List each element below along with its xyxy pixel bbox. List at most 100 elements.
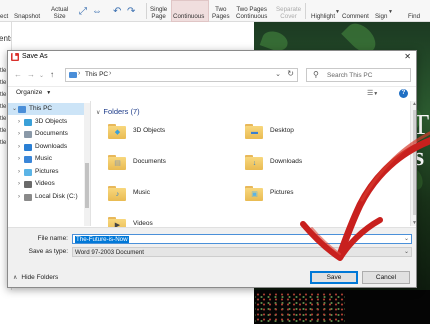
panel-title: ents (0, 34, 11, 43)
folder-pictures[interactable]: ▣ Pictures (245, 186, 365, 210)
cancel-button[interactable]: Cancel (362, 271, 410, 284)
fit-page-icon[interactable]: ⤢ (79, 6, 87, 17)
scroll-thumb[interactable] (413, 110, 416, 215)
scroll-down-icon[interactable]: ▼ (412, 220, 416, 226)
app-toolbar: ⤢ ⇔ ↶ ↷ ▼ ▼ ect Snapshot Actual Size Single… (0, 0, 430, 22)
rotate-left-icon[interactable]: ↶ (113, 6, 121, 17)
toolbar-button-two-pages-continuous[interactable]: Two Pages Continuous (236, 0, 267, 22)
navigation-pane-scrollbar[interactable] (84, 103, 90, 226)
nav-item-this-pc[interactable]: ⌄ This PC (8, 103, 88, 115)
folder-desktop[interactable]: ▬ Desktop (245, 124, 365, 148)
folders-group-header[interactable]: ∨ Folders (7) (96, 107, 140, 116)
folder-label: Documents (133, 158, 166, 165)
toolbar-button-ect[interactable]: ect (0, 0, 8, 22)
toolbar-button-comment[interactable]: Comment (342, 0, 369, 22)
chevron-right-icon[interactable]: › (109, 70, 111, 77)
folder-label: 3D Objects (133, 127, 166, 134)
scroll-thumb[interactable] (85, 163, 89, 208)
navigation-pane: ⌄ This PC › 3D Objects › Documents › Downloads ›… (8, 101, 91, 226)
folder-icon: ♪ (108, 186, 126, 201)
caret-up-icon: ∧ (13, 275, 18, 281)
3d-objects-icon (24, 118, 32, 126)
nav-item-music[interactable]: › Music (8, 153, 88, 165)
folder-icon: ▣ (245, 186, 263, 201)
panel-item[interactable]: tle (0, 80, 6, 86)
nav-item-3d-objects[interactable]: › 3D Objects (8, 116, 88, 128)
file-name-value[interactable]: The-Future-is-Now (75, 236, 129, 243)
toolbar-button-single-page[interactable]: Single Page (150, 0, 167, 22)
folder-badge-icon: ▬ (251, 129, 258, 136)
forward-arrow-icon[interactable]: → (27, 70, 35, 79)
save-as-type-select[interactable]: Word 97-2003 Document ⌄ (72, 247, 412, 257)
hide-folders-label: Hide Folders (21, 274, 59, 281)
collapse-caret-icon[interactable]: ∨ (96, 110, 100, 116)
toolbar-button-label: Separate Cover (276, 6, 302, 20)
panel-item[interactable]: tle (0, 128, 6, 134)
up-arrow-icon[interactable]: ↑ (50, 70, 54, 79)
toolbar-button-find[interactable]: Find (408, 0, 420, 22)
content-scrollbar[interactable]: ▲ ▼ (410, 101, 416, 226)
toolbar-button-sign[interactable]: Sign (375, 0, 387, 22)
panel-item[interactable]: tle (0, 116, 6, 122)
toolbar-button-separate-cover[interactable]: Separate Cover (276, 0, 301, 22)
expand-chevron-icon[interactable]: › (18, 141, 20, 153)
expand-chevron-icon[interactable]: ⌄ (12, 103, 17, 115)
view-options-button[interactable]: ☰▼ (367, 89, 378, 97)
toolbar-button-label: Find (408, 13, 421, 20)
expand-chevron-icon[interactable]: › (18, 116, 20, 128)
folder-documents[interactable]: ▤ Documents (108, 155, 228, 179)
organize-label: Organize (16, 89, 43, 96)
save-button[interactable]: Save (310, 271, 358, 284)
nav-item-pictures[interactable]: › Pictures (8, 166, 88, 178)
folder-3d-objects[interactable]: ◆ 3D Objects (108, 124, 228, 148)
panel-item[interactable]: tle (0, 104, 6, 110)
panel-item[interactable]: tle (0, 68, 6, 74)
fit-width-icon[interactable]: ⇔ (92, 6, 102, 17)
sign-dropdown-icon[interactable]: ▼ (388, 9, 393, 15)
nav-item-downloads[interactable]: › Downloads (8, 141, 88, 153)
chevron-down-icon: ▼ (373, 91, 379, 97)
panel-item[interactable]: tle (0, 92, 6, 98)
toolbar-button-continuous[interactable]: Continuous (173, 0, 204, 22)
chevron-down-icon[interactable]: ⌄ (404, 248, 409, 255)
highlight-dropdown-icon[interactable]: ▼ (335, 9, 340, 15)
folder-icon: ▤ (108, 155, 126, 170)
organize-button[interactable]: Organize ▼ (16, 89, 51, 96)
chevron-right-icon[interactable]: › (78, 70, 80, 77)
toolbar-button-highlight[interactable]: Highlight (311, 0, 335, 22)
folder-music[interactable]: ♪ Music (108, 186, 228, 210)
toolbar-button-snapshot[interactable]: Snapshot (14, 0, 40, 22)
refresh-icon[interactable]: ↻ (287, 69, 294, 78)
expand-chevron-icon[interactable]: › (18, 166, 20, 178)
expand-chevron-icon[interactable]: › (18, 191, 20, 203)
expand-chevron-icon[interactable]: › (18, 178, 20, 190)
help-icon[interactable]: ? (399, 89, 408, 98)
folder-downloads[interactable]: ↓ Downloads (245, 155, 365, 179)
recent-locations-icon[interactable]: ⌄ (39, 72, 44, 79)
close-icon[interactable]: ✕ (404, 52, 411, 61)
file-name-input[interactable]: The-Future-is-Now ⌄ (72, 234, 412, 244)
panel-item[interactable]: tle (0, 140, 6, 146)
toolbar-button-two-pages[interactable]: Two Pages (212, 0, 230, 22)
folder-badge-icon: ▤ (114, 160, 121, 167)
address-bar[interactable]: › This PC › ⌄ ↻ (65, 68, 298, 82)
address-path[interactable]: This PC (85, 71, 108, 78)
nav-item-local-disk-c-[interactable]: › Local Disk (C:) (8, 191, 88, 203)
scroll-up-icon[interactable]: ▲ (412, 101, 416, 107)
toolbar-button-actual-size[interactable]: Actual Size (51, 0, 68, 22)
save-form: File name: The-Future-is-Now ⌄ Save as t… (8, 227, 416, 287)
expand-chevron-icon[interactable]: › (18, 153, 20, 165)
chevron-down-icon[interactable]: ⌄ (275, 70, 281, 78)
this-pc-icon (18, 106, 26, 113)
nav-item-documents[interactable]: › Documents (8, 128, 88, 140)
rotate-right-icon[interactable]: ↷ (127, 6, 135, 17)
expand-chevron-icon[interactable]: › (18, 128, 20, 140)
search-box[interactable]: ⚲ Search This PC (306, 68, 411, 82)
toolbar-button-label: Two Pages Continuous (236, 6, 268, 20)
nav-item-videos[interactable]: › Videos (8, 178, 88, 190)
back-arrow-icon[interactable]: ← (14, 70, 22, 79)
hide-folders-toggle[interactable]: ∧ Hide Folders (13, 274, 58, 281)
chevron-down-icon[interactable]: ⌄ (404, 235, 409, 242)
folder-label: Desktop (270, 127, 294, 134)
dialog-titlebar[interactable]: ▙ Save As ✕ (8, 51, 416, 64)
